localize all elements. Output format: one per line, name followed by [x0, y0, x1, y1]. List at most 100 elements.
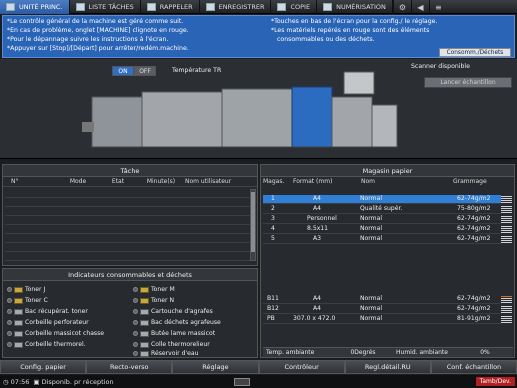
job-row[interactable] [5, 252, 251, 261]
job-row[interactable] [5, 198, 251, 207]
status-bar: ◷ 07:56 ▣ Disponib. pr réception Tamb/De… [0, 375, 517, 388]
consumable-item[interactable]: Colle thermorelieur [133, 341, 210, 348]
settings-icon[interactable]: ⚙ [392, 0, 411, 14]
tab-unite-princ[interactable]: UNITÉ PRINC. [0, 0, 70, 14]
toner-icon [140, 286, 149, 293]
tab-liste-taches[interactable]: LISTE TÂCHES [70, 0, 141, 14]
consommables-dechets-button[interactable]: Consomm./Déchets [439, 48, 511, 57]
status-dot-icon [133, 351, 138, 356]
machine-illustration[interactable] [82, 67, 402, 157]
clock-icon: ◷ [3, 377, 9, 386]
tray-row[interactable]: B12 A4 Normal 62-74g/m2 [263, 305, 501, 314]
paper-level-icon [501, 316, 512, 323]
message-line: *Touches en bas de l'écran pour la confi… [271, 18, 438, 25]
col-magasin: Magas. [263, 178, 285, 185]
tray-row[interactable]: PB 307.0 x 472.0 Normal 81-91g/m2 [263, 315, 501, 324]
environment-status: Temp. ambiante 0Degrés Humid. ambiante 0… [263, 347, 513, 357]
tray-row[interactable]: 3 Personnel Normal 62-74g/m2 [263, 215, 501, 224]
tray-row[interactable]: 5 A3 Normal 62-74g/m2 [263, 235, 501, 244]
glue-icon [140, 341, 149, 348]
tab-numerisation[interactable]: NUMÉRISATION [317, 0, 393, 14]
conf-echantillon-button[interactable]: Conf. échantillon [430, 360, 517, 374]
regl-detail-ru-button[interactable]: Regl.détail.RU [344, 360, 431, 374]
job-column-headers: N° Mode Etat Minute(s) Nom utilisateur [3, 177, 257, 187]
save-icon [205, 3, 215, 11]
recto-verso-button[interactable]: Recto-verso [86, 360, 173, 374]
status-dot-icon [133, 342, 138, 347]
job-row[interactable] [5, 216, 251, 225]
col-no: N° [11, 178, 19, 185]
consumable-item[interactable]: Bac déchets agrafeuse [133, 319, 221, 326]
job-row[interactable] [5, 207, 251, 216]
paper-level-icon [501, 306, 512, 313]
consumables-panel: Indicateurs consommables et déchets Tone… [2, 268, 258, 358]
message-line: *Pour le dépannage suivre les instructio… [7, 36, 169, 43]
col-mode: Mode [69, 178, 87, 185]
tab-copie[interactable]: COPIE [271, 0, 318, 14]
consumable-item[interactable]: Toner M [133, 286, 175, 293]
paper-level-icon [501, 216, 512, 223]
tab-enregistrer[interactable]: ENREGISTRER [200, 0, 272, 14]
status-time: 07:56 [10, 377, 30, 386]
menu-icon[interactable]: ≡ [428, 0, 447, 14]
col-user: Nom utilisateur [185, 178, 232, 185]
status-dot-icon [7, 331, 12, 336]
tray-row[interactable]: B11 A4 Normal 62-74g/m2 [263, 295, 501, 304]
consumable-item[interactable]: Réservoir d'eau [133, 350, 199, 357]
job-row[interactable] [5, 189, 251, 198]
message-line: *En cas de problème, onglet [MACHINE] cl… [7, 27, 189, 34]
job-row[interactable] [5, 234, 251, 243]
humid-value: 0% [480, 349, 490, 356]
consumable-item[interactable]: Toner C [7, 297, 48, 304]
tray-row[interactable]: 2 A4 Qualité supér. 75-80g/m2 [263, 205, 501, 214]
printer-icon [6, 3, 15, 11]
alert-badge[interactable]: Tamb/Dev. [475, 377, 515, 386]
tab-rappeler[interactable]: RAPPELER [141, 0, 200, 14]
consumable-item[interactable]: Butée lame massicot [133, 330, 215, 337]
toner-icon [140, 297, 149, 304]
job-row[interactable] [5, 225, 251, 234]
temp-label: Temp. ambiante [266, 349, 315, 356]
waste-toner-icon [14, 308, 23, 315]
consumable-item[interactable]: Corbeille massicot chasse [7, 330, 104, 337]
lancer-echantillon-button[interactable]: Lancer échantillon [424, 77, 512, 88]
consumable-item[interactable]: Corbeille thermorel. [7, 341, 86, 348]
scroll-thumb[interactable] [251, 192, 255, 252]
status-dot-icon [133, 309, 138, 314]
job-row[interactable] [5, 243, 251, 252]
top-tab-bar: UNITÉ PRINC. LISTE TÂCHES RAPPELER ENREG… [0, 0, 517, 14]
message-line: *Le contrôle général de la machine est g… [7, 18, 184, 25]
config-papier-button[interactable]: Config. papier [0, 360, 87, 374]
reglage-button[interactable]: Réglage [172, 360, 259, 374]
binder-bin-icon [14, 341, 23, 348]
consumable-item[interactable]: Bac récupérat. toner [7, 308, 88, 315]
tray-row[interactable]: 4 8.5x11 Normal 62-74g/m2 [263, 225, 501, 234]
keyboard-icon[interactable] [233, 377, 250, 386]
status-dot-icon [133, 298, 138, 303]
toner-icon [14, 297, 23, 304]
status-dot-icon [7, 287, 12, 292]
consumable-item[interactable]: Toner J [7, 286, 45, 293]
toner-icon [14, 286, 23, 293]
scan-icon [323, 3, 333, 11]
job-list[interactable] [5, 189, 251, 261]
controleur-button[interactable]: Contrôleur [258, 360, 345, 374]
humid-label: Humid. ambiante [396, 349, 448, 356]
job-panel-title: Tâche [3, 165, 257, 177]
consumable-item[interactable]: Toner N [133, 297, 174, 304]
col-nom: Nom [361, 178, 376, 185]
job-scrollbar[interactable] [250, 189, 256, 261]
paper-tray-panel: Magasin papier Magas. Format (mm) Nom Gr… [260, 164, 515, 358]
status-dot-icon [7, 342, 12, 347]
list-icon [75, 3, 85, 11]
back-icon[interactable]: ◀ [410, 0, 429, 14]
consumable-item[interactable]: Cartouche d'agrafes [133, 308, 213, 315]
tray-row[interactable]: 1 A4 Normal 62-74g/m2 [263, 195, 501, 204]
consumable-item[interactable]: Corbeille perforateur [7, 319, 89, 326]
staple-cartridge-icon [140, 308, 149, 315]
data-icon: ▣ [33, 377, 40, 386]
status-dot-icon [133, 331, 138, 336]
message-panel: *Le contrôle général de la machine est g… [2, 15, 515, 58]
message-line: *Les matériels repérés en rouge sont des… [271, 27, 430, 34]
machine-status-area: ON OFF Température TR Scanner disponible… [0, 59, 517, 159]
